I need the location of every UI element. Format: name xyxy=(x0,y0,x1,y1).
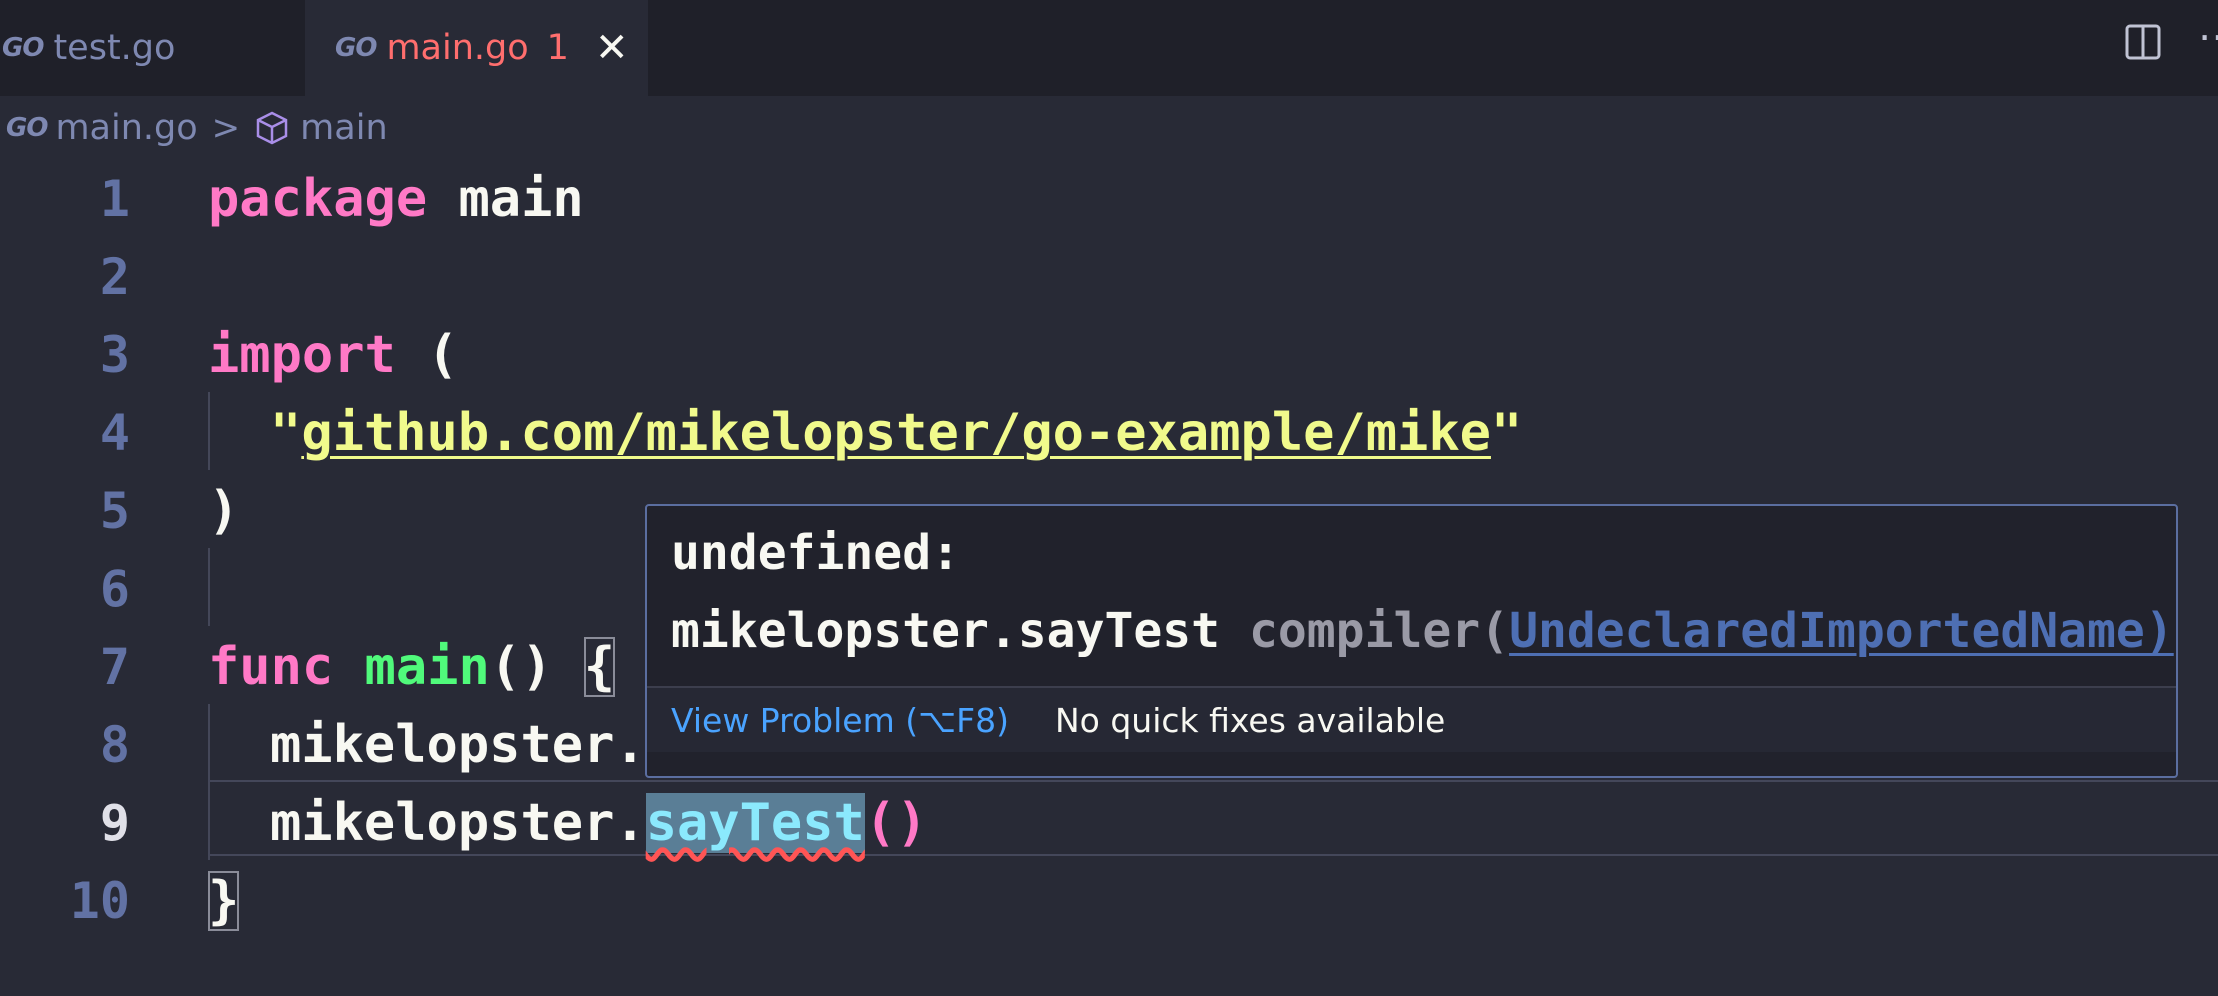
keyword-func: func xyxy=(208,637,334,697)
error-hover-popup: undefined: mikelopster.sayTest compiler(… xyxy=(645,504,2178,778)
breadcrumb-separator: > xyxy=(211,108,241,148)
code-line: 3 import ( xyxy=(0,316,2218,394)
call-parens: () xyxy=(864,793,928,853)
code-line: 1 package main xyxy=(0,160,2218,238)
tab-bar: GO test.go GO main.go 1 ✕ ⋯ xyxy=(0,0,2218,96)
line-number: 6 xyxy=(99,560,130,618)
code-identifier: mikelopster. xyxy=(270,793,646,853)
hover-message-title: undefined: xyxy=(671,525,960,581)
open-brace: { xyxy=(583,637,616,697)
code-line: 2 xyxy=(0,238,2218,316)
error-method-call[interactable]: sayTest xyxy=(645,793,865,853)
code-line: 10 } xyxy=(0,862,2218,940)
tab-label: test.go xyxy=(53,28,176,68)
hover-symbol: mikelopster.sayTest xyxy=(671,603,1221,659)
go-file-icon: GO xyxy=(2,33,44,63)
package-name: main xyxy=(427,169,584,229)
function-parens: () xyxy=(489,637,584,697)
breadcrumb: GO main.go > main xyxy=(0,96,2218,160)
code-line: 9 mikelopster.sayTest() xyxy=(0,784,2218,862)
line-number: 1 xyxy=(99,170,130,228)
close-icon[interactable]: ✕ xyxy=(595,28,629,68)
problem-count-badge: 1 xyxy=(546,28,569,68)
view-problem-link[interactable]: View Problem (⌥F8) xyxy=(671,701,1009,740)
line-number: 7 xyxy=(99,638,130,696)
close-brace: } xyxy=(208,871,240,931)
keyword-import: import xyxy=(208,325,396,385)
breadcrumb-file[interactable]: main.go xyxy=(55,108,197,148)
line-number: 5 xyxy=(99,482,130,540)
hover-actions-bar: View Problem (⌥F8) No quick fixes availa… xyxy=(647,686,2176,752)
go-file-icon: GO xyxy=(6,113,48,143)
go-file-icon: GO xyxy=(335,33,377,63)
error-code-link[interactable]: UndeclaredImportedName) xyxy=(1509,603,2174,659)
module-icon xyxy=(256,111,288,145)
function-name: main xyxy=(364,637,490,697)
code-line: 4 "github.com/mikelopster/go-example/mik… xyxy=(0,394,2218,472)
hover-source: compiler( xyxy=(1220,603,1510,659)
more-actions-icon[interactable]: ⋯ xyxy=(2198,14,2218,60)
line-number: 10 xyxy=(69,872,130,930)
import-path-link[interactable]: github.com/mikelopster/go-example/mike xyxy=(301,403,1491,463)
string-quote: " xyxy=(270,403,302,463)
line-number: 3 xyxy=(99,326,130,384)
tab-main-go[interactable]: GO main.go 1 ✕ xyxy=(305,0,648,96)
open-paren: ( xyxy=(395,325,459,385)
line-number: 2 xyxy=(99,248,130,306)
string-quote: " xyxy=(1490,403,1523,463)
hover-message: undefined: mikelopster.sayTest compiler(… xyxy=(671,514,2174,670)
line-number: 8 xyxy=(99,716,130,774)
breadcrumb-symbol[interactable]: main xyxy=(300,108,387,148)
code-identifier: mikelopster. xyxy=(270,715,646,775)
keyword-package: package xyxy=(208,169,428,229)
close-paren: ) xyxy=(208,481,240,541)
no-quick-fixes-label: No quick fixes available xyxy=(1054,700,1446,740)
tab-label: main.go xyxy=(386,28,529,68)
line-number: 4 xyxy=(99,404,130,462)
line-number: 9 xyxy=(99,794,130,852)
tab-test-go[interactable]: GO test.go xyxy=(0,0,304,96)
split-editor-icon[interactable] xyxy=(2125,24,2161,60)
